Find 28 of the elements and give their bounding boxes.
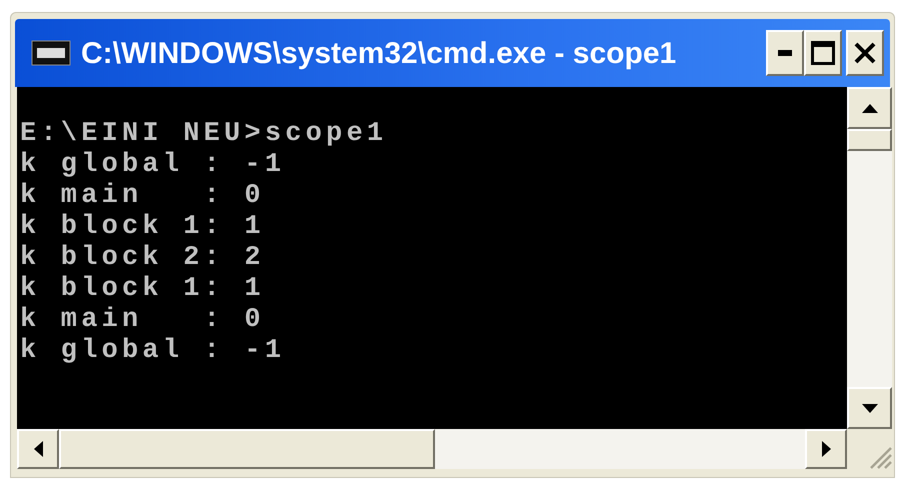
close-button[interactable] (846, 30, 884, 76)
console-line: k block 1: 1 (20, 274, 266, 305)
down-arrow-icon (862, 404, 878, 412)
scroll-down-button[interactable] (847, 387, 892, 429)
horizontal-scrollbar[interactable] (17, 429, 847, 469)
console-line: k global : -1 (20, 336, 286, 367)
left-arrow-icon (34, 441, 42, 457)
vertical-scrollbar[interactable] (847, 87, 892, 429)
minimize-icon (778, 50, 792, 56)
scroll-up-button[interactable] (847, 87, 892, 129)
minimize-button[interactable] (766, 30, 804, 76)
scroll-thumb[interactable] (847, 129, 892, 151)
maximize-button[interactable] (804, 30, 842, 76)
close-icon (854, 42, 876, 64)
up-arrow-icon (862, 104, 878, 112)
console-icon (31, 40, 71, 66)
console-line: k block 1: 1 (20, 212, 266, 243)
console-line: k main : 0 (20, 305, 266, 336)
window-title: C:\WINDOWS\system32\cmd.exe - scope1 (81, 36, 678, 72)
console-line: k global : -1 (20, 150, 286, 181)
maximize-icon (811, 41, 835, 65)
scroll-left-button[interactable] (17, 429, 59, 469)
scroll-thumb[interactable] (59, 429, 435, 469)
console-line: k block 2: 2 (20, 243, 266, 274)
scroll-right-button[interactable] (805, 429, 847, 469)
console-line: k main : 0 (20, 181, 266, 212)
right-arrow-icon (822, 441, 830, 457)
console-line: E:\EINI NEU>scope1 (20, 119, 388, 150)
